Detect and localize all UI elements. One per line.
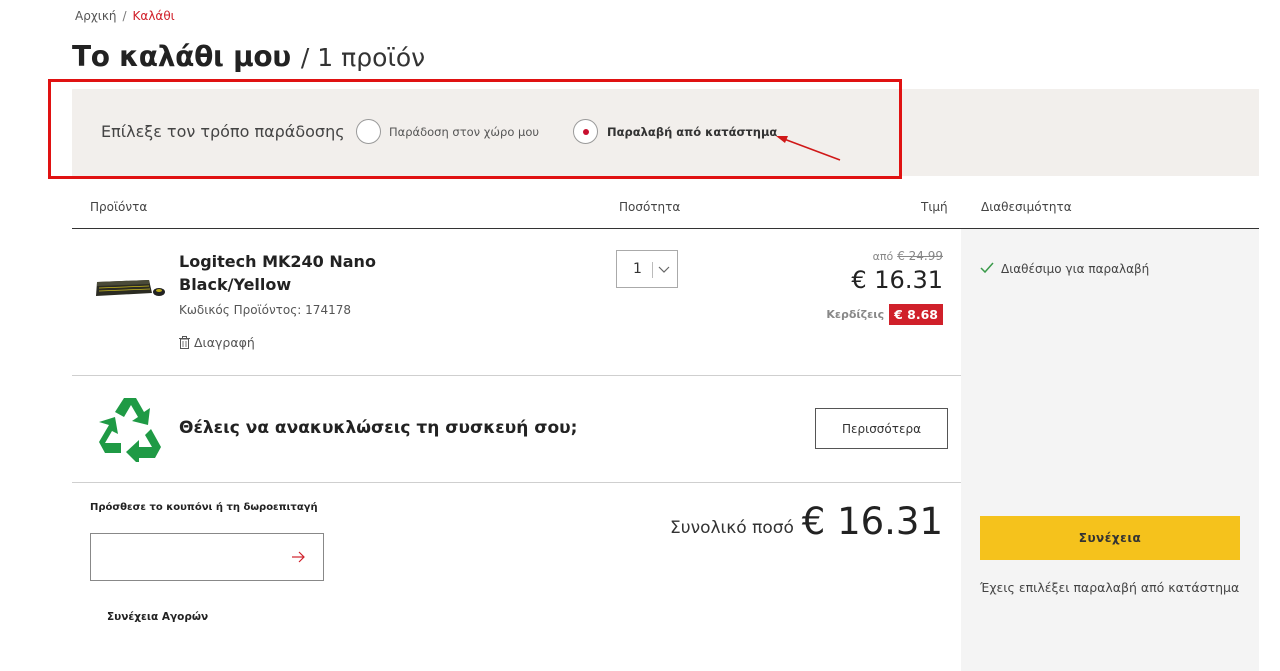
breadcrumb-current: Καλάθι (132, 9, 175, 23)
old-price-value: € 24.99 (897, 249, 943, 263)
checkmark-icon (980, 262, 994, 274)
delivery-home-label[interactable]: Παράδοση στον χώρο μου (389, 125, 539, 139)
annotation-arrow-icon (776, 136, 841, 161)
breadcrumb-separator: / (122, 9, 127, 23)
more-info-button[interactable]: Περισσότερα (815, 408, 948, 449)
coupon-field (90, 533, 324, 581)
quantity-divider (652, 262, 653, 278)
recycle-prompt: Θέλεις να ανακυκλώσεις τη συσκευή σου; (179, 418, 578, 438)
availability-side-panel (961, 229, 1259, 671)
savings-label: Κερδίζεις (826, 308, 885, 321)
total-amount: € 16.31 (801, 500, 943, 543)
pickup-note: Έχεις επιλέξει παραλαβή από κατάστημα (980, 580, 1240, 595)
page-title-text: Το καλάθι μου (72, 40, 291, 73)
arrow-right-icon[interactable] (290, 550, 306, 564)
availability-column-header: Διαθεσιμότητα (981, 200, 1072, 214)
total-label: Συνολικό ποσό (670, 518, 794, 538)
item-count: / 1 προϊόν (300, 43, 426, 72)
delivery-method-bar: Επίλεξε τον τρόπο παράδοσης Παράδοση στο… (72, 89, 1259, 176)
coupon-input[interactable] (99, 542, 279, 572)
product-code-value: 174178 (305, 303, 351, 317)
row-divider (72, 375, 961, 376)
delete-item-button[interactable]: Διαγραφή (179, 335, 255, 350)
quantity-select[interactable]: 1 (616, 250, 678, 288)
breadcrumb-home-link[interactable]: Αρχική (75, 9, 117, 23)
quantity-column-header: Ποσότητα (619, 200, 681, 214)
savings-badge: € 8.68 (889, 304, 943, 325)
delivery-method-label: Επίλεξε τον τρόπο παράδοσης (101, 122, 345, 141)
availability-status: Διαθέσιμο για παραλαβή (1001, 262, 1150, 276)
breadcrumb: Αρχική / Καλάθι (75, 9, 175, 23)
chevron-down-icon (658, 266, 670, 273)
product-code: Κωδικός Προϊόντος: 174178 (179, 303, 351, 317)
trash-icon (179, 336, 190, 349)
row-divider (72, 482, 961, 483)
page-title: Το καλάθι μου / 1 προϊόν (72, 40, 425, 73)
store-pickup-label[interactable]: Παραλαβή από κατάστημα (607, 125, 777, 139)
quantity-value: 1 (633, 261, 642, 277)
store-pickup-radio[interactable] (573, 119, 598, 144)
price-column-header: Τιμή (921, 200, 948, 214)
checkout-button[interactable]: Συνέχεια (980, 516, 1240, 560)
price-from-label: από (872, 250, 894, 263)
current-price: € 16.31 (851, 266, 943, 294)
delivery-home-radio[interactable] (356, 119, 381, 144)
product-code-label: Κωδικός Προϊόντος: (179, 303, 302, 317)
delete-item-label: Διαγραφή (194, 335, 255, 350)
savings: Κερδίζεις € 8.68 (826, 304, 943, 325)
recycle-icon (99, 398, 161, 462)
product-image[interactable] (95, 276, 167, 300)
products-column-header: Προϊόντα (90, 200, 148, 214)
original-price: από € 24.99 (873, 249, 943, 263)
continue-shopping-link[interactable]: Συνέχεια Αγορών (107, 611, 208, 623)
coupon-label: Πρόσθεσε το κουπόνι ή τη δωροεπιταγή (90, 502, 318, 513)
radio-selected-dot (583, 129, 589, 135)
product-name-link[interactable]: Logitech MK240 Nano Black/Yellow (179, 250, 409, 296)
